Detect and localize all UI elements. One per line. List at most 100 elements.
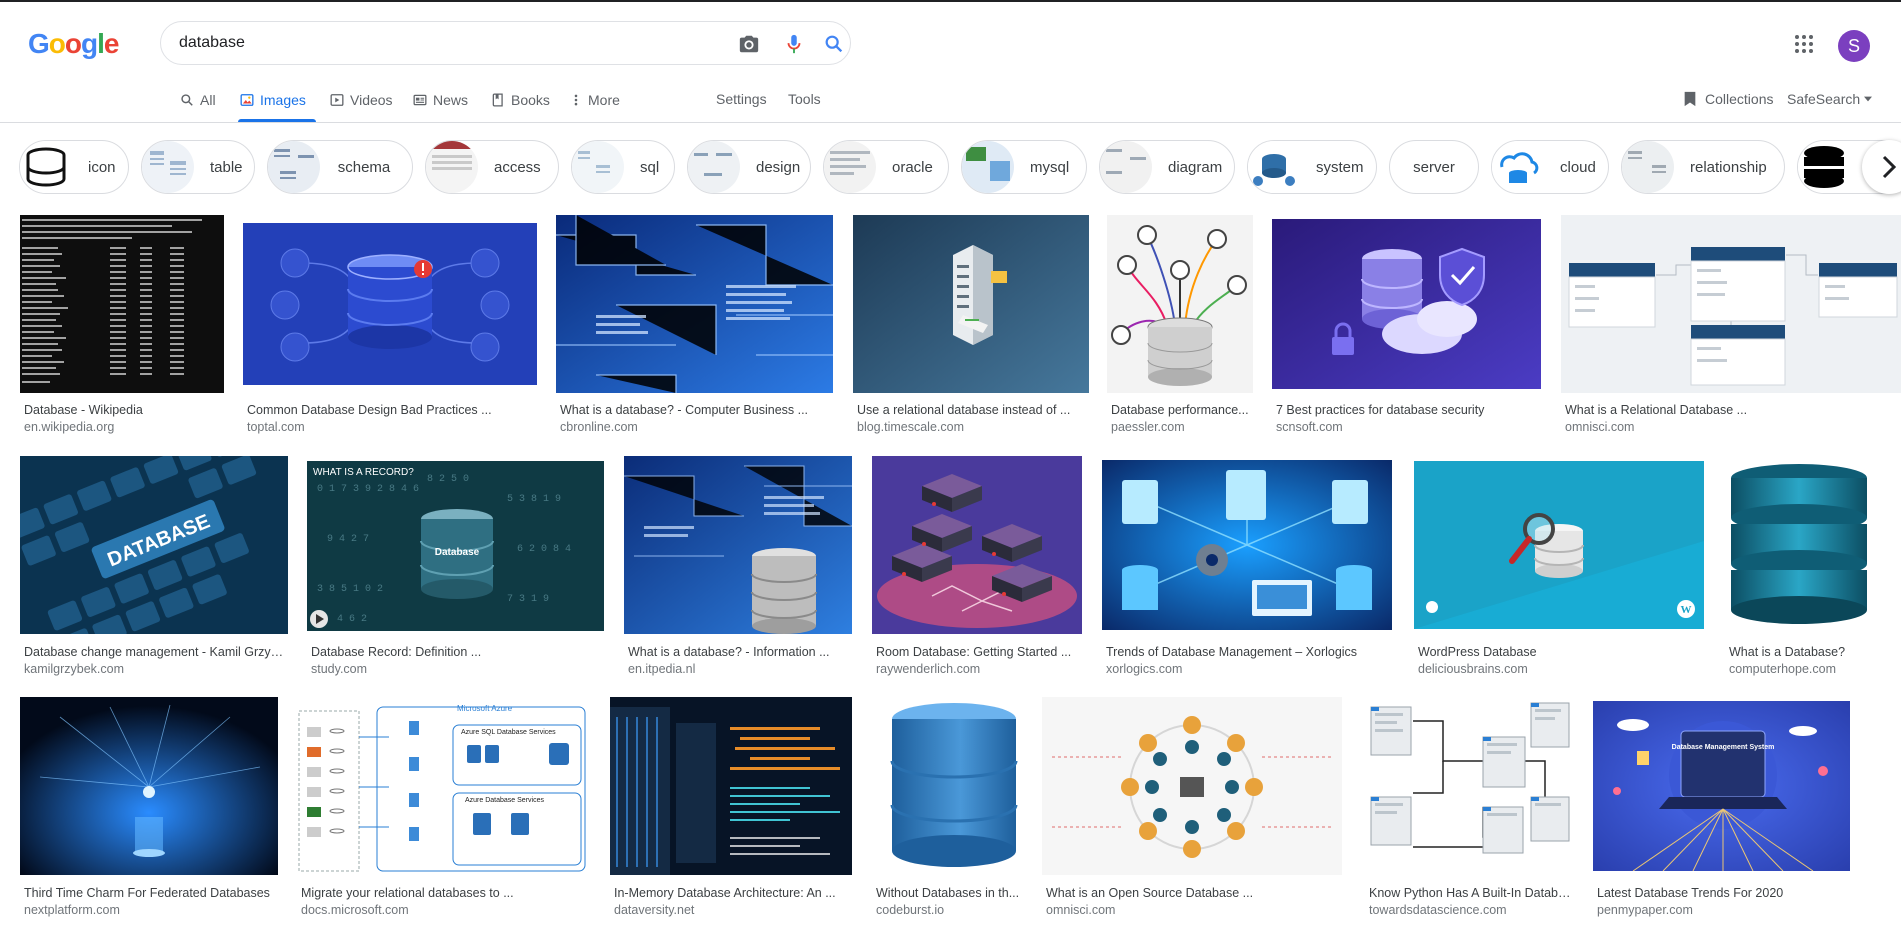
result-title[interactable]: Migrate your relational databases to ... — [301, 886, 589, 900]
google-apps-icon[interactable] — [1795, 35, 1813, 53]
chip-icon[interactable]: icon — [19, 140, 129, 194]
result-card[interactable]: Database Management System Latest Databa… — [1593, 697, 1855, 922]
result-title[interactable]: Database change management - Kamil Grzyb… — [24, 645, 286, 659]
result-source[interactable]: en.itpedia.nl — [628, 662, 695, 676]
chip-cloud[interactable]: cloud — [1491, 140, 1609, 194]
chip-access[interactable]: access — [425, 140, 559, 194]
result-title[interactable]: WordPress Database — [1418, 645, 1706, 659]
result-card[interactable]: What is a Database? computerhope.com — [1725, 456, 1901, 681]
chip-design[interactable]: design — [687, 140, 811, 194]
result-title[interactable]: What is a database? - Computer Business … — [560, 403, 834, 417]
result-source[interactable]: dataversity.net — [614, 903, 694, 917]
tab-images[interactable]: Images — [240, 92, 306, 122]
result-source[interactable]: omnisci.com — [1046, 903, 1115, 917]
result-card[interactable]: 7 Best practices for database security s… — [1272, 215, 1544, 435]
result-card[interactable]: What is a Relational Database ... omnisc… — [1561, 215, 1901, 435]
result-source[interactable]: penmypaper.com — [1597, 903, 1693, 917]
result-source[interactable]: en.wikipedia.org — [24, 420, 114, 434]
result-image[interactable] — [1561, 215, 1901, 393]
result-source[interactable]: nextplatform.com — [24, 903, 120, 917]
result-image[interactable] — [1365, 697, 1573, 875]
result-title[interactable]: Database - Wikipedia — [24, 403, 224, 417]
chip-system[interactable]: system — [1247, 140, 1377, 194]
chip-mysql[interactable]: mysql — [961, 140, 1087, 194]
result-title[interactable]: Use a relational database instead of ... — [857, 403, 1091, 417]
result-title[interactable]: Common Database Design Bad Practices ... — [247, 403, 507, 417]
result-card[interactable]: Database performance... paessler.com — [1107, 215, 1255, 435]
account-avatar[interactable]: S — [1838, 30, 1870, 62]
result-image[interactable]: Database Management System — [1593, 701, 1850, 871]
search-box[interactable] — [160, 21, 851, 65]
tab-videos[interactable]: Videos — [330, 92, 393, 122]
result-image[interactable] — [1725, 456, 1901, 634]
result-source[interactable]: codeburst.io — [876, 903, 944, 917]
chip-relationship[interactable]: relationship — [1621, 140, 1785, 194]
tab-news[interactable]: News — [413, 92, 468, 122]
result-image[interactable] — [1107, 215, 1253, 393]
result-source[interactable]: towardsdatascience.com — [1369, 903, 1507, 917]
result-card[interactable]: Microsoft Azure Azure SQL Database Servi… — [297, 697, 589, 922]
result-card[interactable]: What is an Open Source Database ... omni… — [1042, 697, 1344, 922]
result-title[interactable]: 7 Best practices for database security — [1276, 403, 1536, 417]
result-card[interactable]: Database - Wikipedia en.wikipedia.org — [20, 215, 226, 435]
result-card[interactable]: Without Databases in th... codeburst.io — [872, 697, 1038, 922]
result-image[interactable] — [872, 456, 1082, 634]
result-card[interactable]: Trends of Database Management – Xorlogic… — [1102, 456, 1394, 681]
result-title[interactable]: Without Databases in th... — [876, 886, 1038, 900]
result-image[interactable] — [556, 215, 833, 393]
result-source[interactable]: omnisci.com — [1565, 420, 1634, 434]
search-input[interactable] — [179, 32, 679, 54]
result-card[interactable]: What is a database? - Information ... en… — [624, 456, 854, 681]
result-card[interactable]: 0 1 7 3 9 2 8 4 6 5 3 8 1 9 9 4 2 7 6 2 0 8… — [307, 456, 605, 681]
result-source[interactable]: deliciousbrains.com — [1418, 662, 1528, 676]
microphone-icon[interactable] — [783, 33, 805, 55]
tab-books[interactable]: Books — [491, 92, 550, 122]
result-card[interactable]: W WordPress Database deliciousbrains.com — [1414, 456, 1706, 681]
result-image[interactable]: DATABASE — [20, 456, 288, 634]
safesearch-dropdown[interactable]: SafeSearch — [1787, 91, 1873, 107]
result-image[interactable] — [610, 697, 852, 875]
result-card[interactable]: What is a database? - Computer Business … — [556, 215, 836, 435]
tab-more[interactable]: More — [570, 92, 620, 122]
result-source[interactable]: docs.microsoft.com — [301, 903, 409, 917]
tab-all[interactable]: All — [180, 92, 216, 122]
result-source[interactable]: xorlogics.com — [1106, 662, 1182, 676]
result-image[interactable] — [853, 215, 1089, 393]
result-card[interactable]: DATABASE Database change management - Ka… — [20, 456, 288, 681]
result-image[interactable]: 0 1 7 3 9 2 8 4 6 5 3 8 1 9 9 4 2 7 6 2 0 8… — [307, 461, 604, 631]
chip-table[interactable]: table — [141, 140, 255, 194]
tools-link[interactable]: Tools — [788, 91, 821, 107]
result-source[interactable]: raywenderlich.com — [876, 662, 980, 676]
result-source[interactable]: computerhope.com — [1729, 662, 1836, 676]
result-image[interactable] — [872, 697, 1036, 875]
chip-oracle[interactable]: oracle — [823, 140, 949, 194]
result-image[interactable] — [1272, 219, 1541, 389]
chip-schema[interactable]: schema — [267, 140, 413, 194]
result-source[interactable]: toptal.com — [247, 420, 305, 434]
result-title[interactable]: Latest Database Trends For 2020 — [1597, 886, 1855, 900]
result-source[interactable]: scnsoft.com — [1276, 420, 1343, 434]
chip-sql[interactable]: sql — [571, 140, 675, 194]
result-source[interactable]: blog.timescale.com — [857, 420, 964, 434]
google-doodle-logo[interactable]: Google — [28, 28, 119, 62]
result-image[interactable] — [1102, 460, 1392, 630]
settings-link[interactable]: Settings — [716, 91, 767, 107]
result-image[interactable]: W — [1414, 461, 1704, 629]
result-title[interactable]: What is a Relational Database ... — [1565, 403, 1865, 417]
result-card[interactable]: Use a relational database instead of ...… — [853, 215, 1091, 435]
chip-server[interactable]: server — [1389, 140, 1479, 194]
result-title[interactable]: Room Database: Getting Started ... — [876, 645, 1082, 659]
result-card[interactable]: In-Memory Database Architecture: An ... … — [610, 697, 854, 922]
result-title[interactable]: Know Python Has A Built-In Database — [1369, 886, 1573, 900]
result-title[interactable]: What is an Open Source Database ... — [1046, 886, 1342, 900]
chip-diagram[interactable]: diagram — [1099, 140, 1235, 194]
camera-icon[interactable] — [738, 33, 760, 55]
result-image[interactable] — [243, 223, 537, 385]
result-image[interactable] — [20, 215, 224, 393]
result-card[interactable]: Common Database Design Bad Practices ...… — [243, 215, 540, 435]
result-title[interactable]: Trends of Database Management – Xorlogic… — [1106, 645, 1394, 659]
chips-scroll-right-button[interactable] — [1862, 140, 1901, 194]
result-title[interactable]: In-Memory Database Architecture: An ... — [614, 886, 846, 900]
collections-button[interactable]: Collections — [1683, 91, 1773, 107]
search-icon[interactable] — [823, 33, 845, 55]
